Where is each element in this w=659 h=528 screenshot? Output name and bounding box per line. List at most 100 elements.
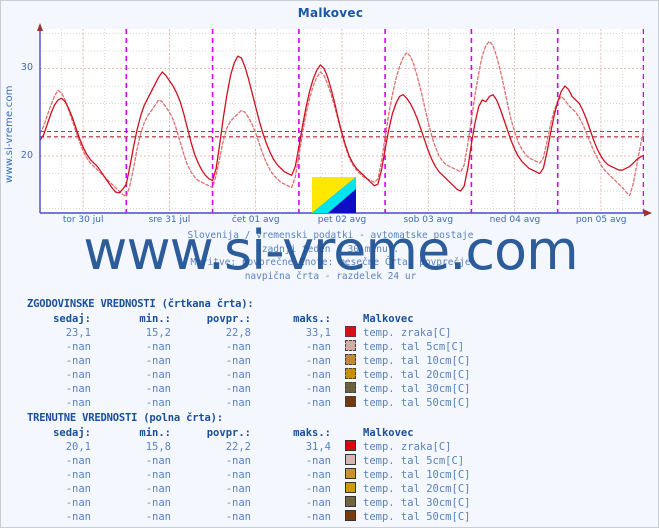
cell-maks: -nan bbox=[305, 355, 331, 367]
series-label: temp. tal 50cm[C] bbox=[363, 511, 471, 523]
legend-swatch-cell bbox=[339, 340, 361, 354]
column-header-sedaj: sedaj: bbox=[53, 427, 91, 439]
table-header-row: sedaj: min.: povpr.: maks.: Malkovec bbox=[19, 426, 470, 440]
cell-maks: -nan bbox=[305, 511, 331, 523]
site-watermark-vertical: www.si-vreme.com bbox=[4, 85, 15, 183]
subtitle-line-2: zadnji teden / 30 minut. bbox=[261, 243, 400, 255]
x-axis-arrow bbox=[644, 209, 652, 217]
cell-povpr: 22,8 bbox=[225, 327, 251, 339]
subtitle-line-1: Slovenija / vremenski podatki - avtomats… bbox=[187, 230, 474, 241]
legend-swatch-cell bbox=[339, 326, 361, 340]
current-heading: TRENUTNE VREDNOSTI (polna črta): bbox=[27, 412, 223, 424]
cell-sedaj: 23,1 bbox=[65, 327, 91, 339]
x-tick-label: pon 05 avg bbox=[575, 215, 627, 225]
cell-maks: -nan bbox=[305, 397, 331, 409]
cell-min: 15,2 bbox=[145, 327, 171, 339]
column-header-min: min.: bbox=[139, 427, 171, 439]
color-swatch-icon bbox=[344, 510, 356, 521]
cell-povpr: -nan bbox=[225, 383, 251, 395]
legend-swatch-cell bbox=[339, 454, 361, 468]
cell-povpr: -nan bbox=[225, 497, 251, 509]
subtitle-line-4: navpična črta - razdelek 24 ur bbox=[244, 270, 417, 282]
table-row: -nan -nan -nan -nan temp. tal 5cm[C] bbox=[19, 454, 470, 468]
cell-sedaj: -nan bbox=[65, 397, 91, 409]
x-tick-label: sre 31 jul bbox=[148, 215, 191, 225]
cell-sedaj: -nan bbox=[65, 511, 91, 523]
series-label: temp. tal 10cm[C] bbox=[363, 355, 471, 367]
column-header-maks: maks.: bbox=[293, 427, 331, 439]
cell-sedaj: -nan bbox=[65, 497, 91, 509]
historical-values-table: sedaj: min.: povpr.: maks.: Malkovec 23,… bbox=[19, 312, 470, 410]
cell-sedaj: 20,1 bbox=[65, 441, 91, 453]
legend-swatch-cell bbox=[339, 354, 361, 368]
cell-povpr: -nan bbox=[225, 469, 251, 481]
x-tick-label: sob 03 avg bbox=[403, 215, 454, 225]
page-title: Malkovec bbox=[297, 6, 364, 20]
series-label: temp. zraka[C] bbox=[363, 327, 452, 339]
cell-min: -nan bbox=[145, 497, 171, 509]
table-row: -nan -nan -nan -nan temp. tal 10cm[C] bbox=[19, 468, 470, 482]
cell-min: -nan bbox=[145, 455, 171, 467]
cell-min: -nan bbox=[145, 369, 171, 381]
color-swatch-icon bbox=[344, 496, 356, 507]
series-label: temp. zraka[C] bbox=[363, 441, 452, 453]
table-row: -nan -nan -nan -nan temp. tal 30cm[C] bbox=[19, 496, 470, 510]
legend-swatch-cell bbox=[339, 468, 361, 482]
cell-maks: -nan bbox=[305, 483, 331, 495]
table-row: -nan -nan -nan -nan temp. tal 50cm[C] bbox=[19, 396, 470, 410]
table-row: -nan -nan -nan -nan temp. tal 5cm[C] bbox=[19, 340, 470, 354]
color-swatch-icon bbox=[344, 382, 356, 393]
legend-swatch-cell bbox=[339, 496, 361, 510]
cell-povpr: -nan bbox=[225, 483, 251, 495]
cell-maks: -nan bbox=[305, 469, 331, 481]
cell-min: -nan bbox=[145, 383, 171, 395]
cell-min: -nan bbox=[145, 469, 171, 481]
series-label: temp. tal 50cm[C] bbox=[363, 397, 471, 409]
series-label: temp. tal 10cm[C] bbox=[363, 469, 471, 481]
cell-povpr: -nan bbox=[225, 455, 251, 467]
column-header-station: Malkovec bbox=[363, 313, 414, 325]
cell-sedaj: -nan bbox=[65, 355, 91, 367]
cell-sedaj: -nan bbox=[65, 383, 91, 395]
series-label: temp. tal 20cm[C] bbox=[363, 483, 471, 495]
table-row: -nan -nan -nan -nan temp. tal 50cm[C] bbox=[19, 510, 470, 524]
column-header-min: min.: bbox=[139, 313, 171, 325]
cell-maks: -nan bbox=[305, 455, 331, 467]
legend-swatch-cell bbox=[339, 482, 361, 496]
column-header-povpr: povpr.: bbox=[206, 313, 251, 325]
cell-povpr: -nan bbox=[225, 369, 251, 381]
cell-maks: 31,4 bbox=[305, 441, 331, 453]
subtitle-line-3: Meritve: povprečne Enote: mesečne Črta: … bbox=[190, 257, 471, 268]
series-label: temp. tal 5cm[C] bbox=[363, 455, 465, 467]
x-tick-label: čet 01 avg bbox=[231, 215, 280, 225]
table-row: -nan -nan -nan -nan temp. tal 30cm[C] bbox=[19, 382, 470, 396]
cell-povpr: -nan bbox=[225, 355, 251, 367]
cell-sedaj: -nan bbox=[65, 369, 91, 381]
cell-povpr: -nan bbox=[225, 341, 251, 353]
table-header-row: sedaj: min.: povpr.: maks.: Malkovec bbox=[19, 312, 470, 326]
historical-values-section: ZGODOVINSKE VREDNOSTI (črtkana črta): se… bbox=[1, 297, 658, 410]
weather-chart-page: Malkovec www.si-vreme.com 20 30 tor 30 ju… bbox=[0, 0, 659, 528]
table-row: -nan -nan -nan -nan temp. tal 20cm[C] bbox=[19, 368, 470, 382]
y-tick-label: 20 bbox=[20, 150, 33, 162]
color-swatch-icon bbox=[344, 396, 356, 407]
current-table-body: 20,1 15,8 22,2 31,4 temp. zraka[C] -nan -nan -n… bbox=[19, 440, 470, 524]
cell-sedaj: -nan bbox=[65, 341, 91, 353]
color-swatch-icon bbox=[344, 440, 356, 451]
series-label: temp. tal 30cm[C] bbox=[363, 383, 471, 395]
cell-povpr: -nan bbox=[225, 511, 251, 523]
cell-povpr: -nan bbox=[225, 397, 251, 409]
x-tick-label: tor 30 jul bbox=[62, 215, 104, 225]
cell-sedaj: -nan bbox=[65, 483, 91, 495]
table-row: 20,1 15,8 22,2 31,4 temp. zraka[C] bbox=[19, 440, 470, 454]
current-values-table: sedaj: min.: povpr.: maks.: Malkovec 20,… bbox=[19, 426, 470, 524]
color-swatch-icon bbox=[344, 368, 356, 379]
table-row: -nan -nan -nan -nan temp. tal 20cm[C] bbox=[19, 482, 470, 496]
table-row: 23,1 15,2 22,8 33,1 temp. zraka[C] bbox=[19, 326, 470, 340]
table-row: -nan -nan -nan -nan temp. tal 10cm[C] bbox=[19, 354, 470, 368]
cell-min: -nan bbox=[145, 355, 171, 367]
column-header-sedaj: sedaj: bbox=[53, 313, 91, 325]
legend-swatch-cell bbox=[339, 396, 361, 410]
cell-povpr: 22,2 bbox=[225, 441, 251, 453]
cell-sedaj: -nan bbox=[65, 469, 91, 481]
